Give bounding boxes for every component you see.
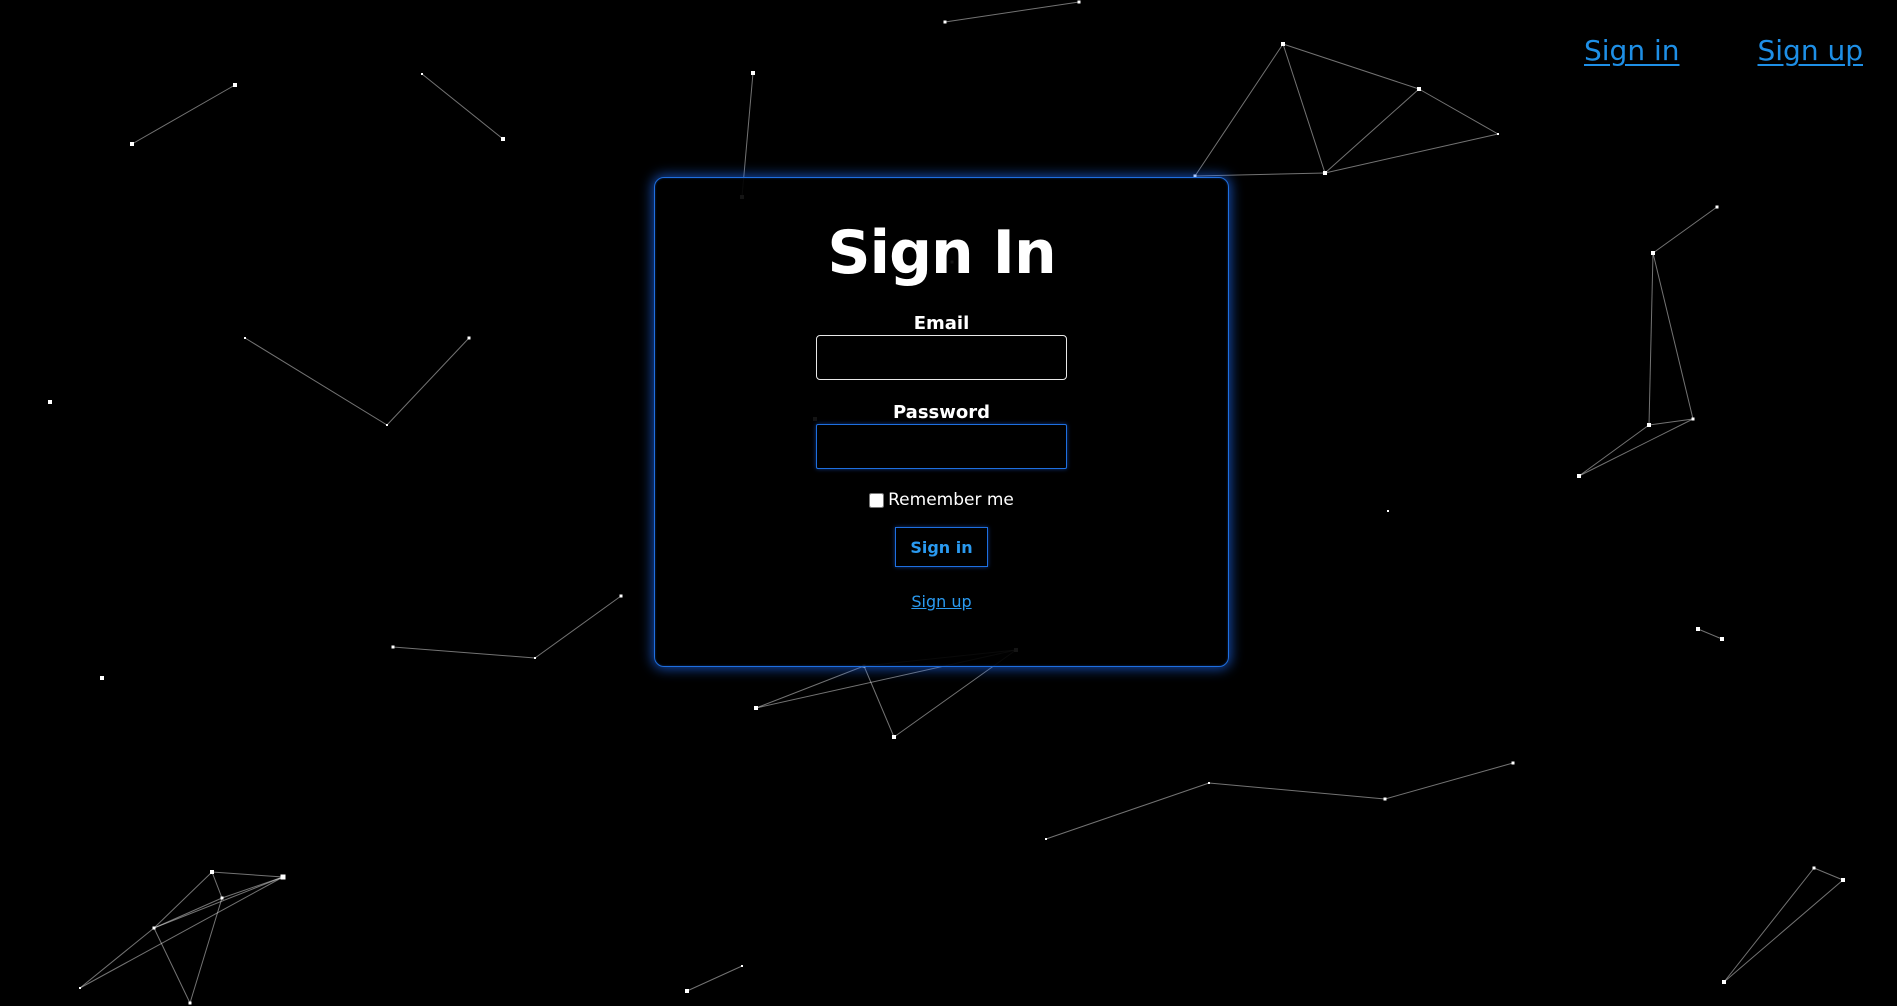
- particle-dot: [233, 83, 237, 87]
- signup-link-container: Sign up: [655, 592, 1228, 611]
- particle-dot: [1812, 866, 1816, 870]
- particle-link: [1282, 43, 1326, 174]
- particle-link: [79, 927, 155, 989]
- particle-link: [153, 876, 284, 929]
- particle-link: [211, 871, 223, 899]
- particle-dot: [391, 645, 395, 649]
- particle-dot: [751, 71, 755, 75]
- page-title: Sign In: [827, 218, 1056, 288]
- email-label: Email: [913, 313, 970, 334]
- particle-link: [1723, 867, 1815, 983]
- particle-link: [1324, 88, 1420, 174]
- remember-me-checkbox[interactable]: [869, 492, 885, 508]
- particle-dot: [943, 20, 947, 24]
- particle-dot: [685, 989, 689, 993]
- particle-link: [863, 665, 895, 738]
- particle-dot: [1387, 510, 1389, 512]
- particle-link: [1045, 782, 1210, 840]
- particle-link: [244, 337, 388, 426]
- particle-dot: [1208, 782, 1210, 784]
- particle-dot: [48, 400, 52, 404]
- particle-link: [153, 927, 191, 1004]
- particle-dot: [1577, 474, 1581, 478]
- particle-dot: [1323, 171, 1327, 175]
- particle-link: [755, 665, 865, 709]
- particle-link: [1652, 252, 1694, 420]
- particle-dot: [386, 424, 388, 426]
- particle-link: [131, 84, 236, 145]
- particle-dot: [188, 1001, 192, 1005]
- sign-in-card: Sign In Email Password Remember me Sign …: [654, 177, 1229, 667]
- password-label: Password: [892, 402, 991, 423]
- particle-link: [1324, 133, 1499, 174]
- nav-sign-up-link[interactable]: Sign up: [1758, 34, 1864, 67]
- particle-link: [211, 871, 284, 878]
- particle-dot: [741, 965, 743, 967]
- particle-dot: [79, 987, 81, 989]
- particle-link: [392, 646, 536, 659]
- particle-link: [1208, 782, 1386, 800]
- password-field[interactable]: [816, 424, 1067, 469]
- particle-link: [1813, 867, 1844, 881]
- particle-dot: [1696, 627, 1700, 631]
- particle-dot: [1077, 0, 1081, 4]
- particle-link: [386, 337, 470, 426]
- particle-dot: [100, 676, 104, 680]
- particle-dot: [210, 870, 214, 874]
- particle-link: [1194, 43, 1284, 177]
- particle-dot: [421, 73, 423, 75]
- particle-dot: [1651, 251, 1655, 255]
- particle-dot: [892, 735, 896, 739]
- top-navigation: Sign in Sign up: [1584, 34, 1863, 67]
- particle-link: [1697, 628, 1723, 640]
- particle-dot: [1647, 423, 1651, 427]
- particle-link: [189, 897, 223, 1004]
- particle-dot: [244, 337, 246, 339]
- sign-in-button[interactable]: Sign in: [895, 527, 988, 567]
- particle-dot: [467, 336, 471, 340]
- particle-link: [421, 73, 504, 140]
- particle-link: [944, 1, 1080, 23]
- particle-link: [79, 876, 284, 989]
- particle-link: [1282, 43, 1420, 90]
- particle-dot: [130, 142, 134, 146]
- particle-link: [153, 897, 223, 929]
- particle-dot: [1045, 838, 1047, 840]
- sign-up-link[interactable]: Sign up: [911, 592, 971, 611]
- particle-link: [153, 871, 213, 929]
- particle-dot: [619, 594, 623, 598]
- particle-dot: [1511, 761, 1515, 765]
- particle-link: [1648, 252, 1654, 426]
- particle-link: [1578, 418, 1694, 477]
- remember-me-row: Remember me: [655, 490, 1228, 510]
- particle-dot: [1281, 42, 1285, 46]
- particle-link: [1384, 762, 1514, 800]
- particle-link: [1418, 88, 1499, 135]
- particle-link: [686, 965, 743, 992]
- particle-dot: [152, 926, 156, 930]
- remember-me-label: Remember me: [888, 490, 1014, 510]
- particle-dot: [1720, 637, 1724, 641]
- particle-dot: [1691, 417, 1695, 421]
- particle-dot: [1841, 878, 1845, 882]
- particle-dot: [1715, 205, 1719, 209]
- particle-link: [1723, 879, 1844, 983]
- particle-link: [1578, 424, 1650, 477]
- particle-dot: [1383, 797, 1387, 801]
- particle-dot: [1722, 980, 1726, 984]
- particle-dot: [1497, 133, 1499, 135]
- nav-sign-in-link[interactable]: Sign in: [1584, 34, 1680, 67]
- particle-dot: [534, 657, 536, 659]
- particle-link: [534, 595, 622, 659]
- particle-link: [1194, 172, 1326, 177]
- particle-dot: [754, 706, 758, 710]
- email-field[interactable]: [816, 335, 1067, 380]
- particle-dot: [280, 874, 286, 880]
- particle-dot: [220, 896, 224, 900]
- particle-link: [1652, 206, 1718, 254]
- particle-dot: [501, 137, 505, 141]
- particle-dot: [1417, 87, 1421, 91]
